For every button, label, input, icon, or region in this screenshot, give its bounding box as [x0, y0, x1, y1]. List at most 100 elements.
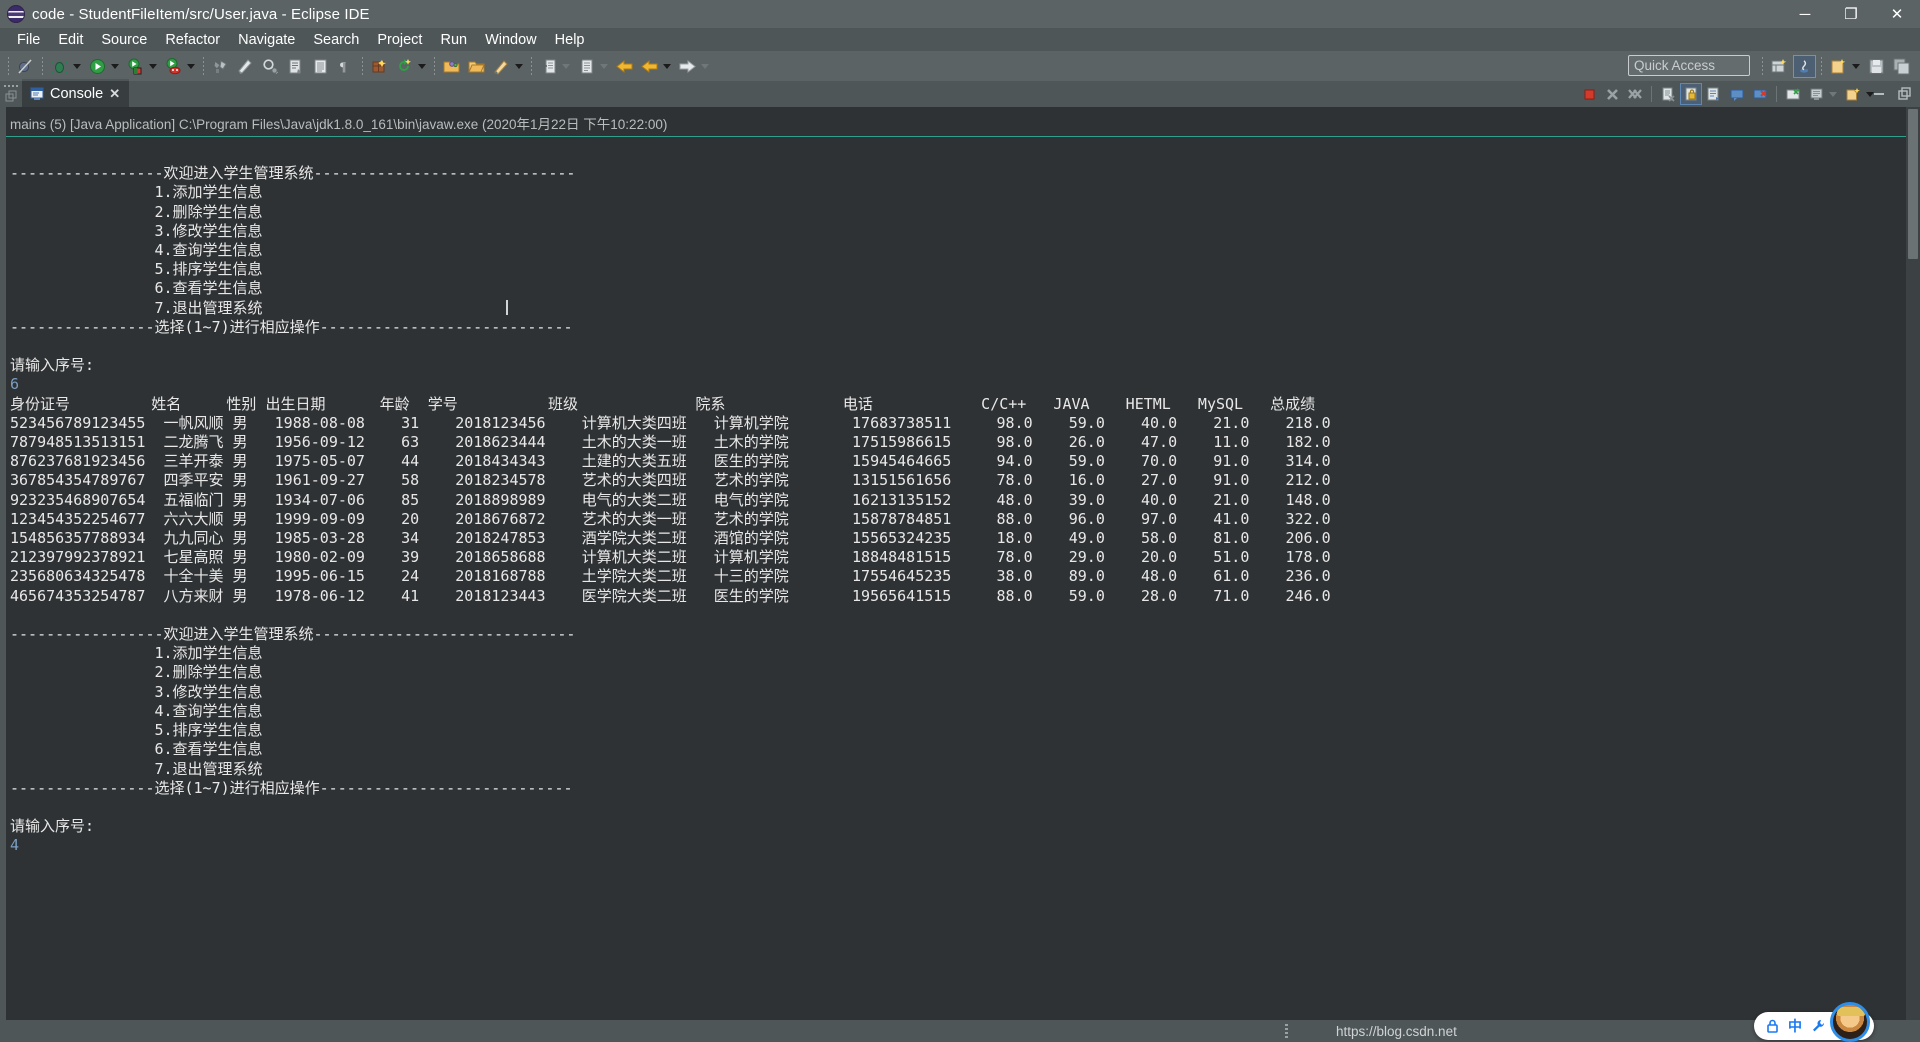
toolbar-separator: [8, 56, 9, 76]
menu-item-source[interactable]: Source: [92, 30, 156, 50]
eclipse-icon: [7, 5, 25, 23]
quick-access-input[interactable]: Quick Access: [1628, 55, 1750, 76]
remove-all-terminated-icon[interactable]: [1624, 83, 1646, 105]
edit-icon[interactable]: [490, 55, 513, 78]
paragraph-mark-icon[interactable]: ¶: [334, 55, 357, 78]
clear-console-icon[interactable]: [1657, 83, 1679, 105]
java-perspective-icon[interactable]: [1793, 54, 1816, 78]
open-resource-icon[interactable]: [465, 55, 488, 78]
window-title: code - StudentFileItem/src/User.java - E…: [32, 5, 370, 23]
minimize-view-button[interactable]: [1868, 83, 1890, 105]
refresh-dropdown-icon[interactable]: [418, 63, 426, 69]
run-icon[interactable]: [86, 55, 109, 78]
previous-annotation-icon[interactable]: [309, 55, 332, 78]
status-bar-separator: [1285, 1024, 1288, 1038]
pin-console-icon[interactable]: [1782, 83, 1804, 105]
console-launch-line: mains (5) [Java Application] C:\Program …: [6, 107, 1920, 137]
next-annotation-icon[interactable]: [284, 55, 307, 78]
ime-indicator[interactable]: 中: [1754, 1002, 1874, 1042]
external-tools-dropdown-icon[interactable]: [187, 63, 195, 69]
console-toolbar-separator: [1651, 86, 1652, 102]
forward-icon[interactable]: [676, 55, 699, 78]
run-last-tool-icon[interactable]: [124, 55, 147, 78]
back-dropdown-icon[interactable]: [663, 63, 671, 69]
menu-item-search[interactable]: Search: [304, 30, 368, 50]
status-bar: https://blog.csdn.net 中: [0, 1002, 1920, 1042]
fast-view-icon: [5, 90, 16, 102]
menu-item-edit[interactable]: Edit: [49, 30, 92, 50]
menu-item-refactor[interactable]: Refactor: [156, 30, 229, 50]
console-toolbar-separator: [1776, 86, 1777, 102]
refresh-icon[interactable]: [393, 55, 416, 78]
new-java-project-icon[interactable]: [209, 55, 232, 78]
svg-text:¶: ¶: [340, 59, 346, 74]
console-toolbar: [1578, 82, 1878, 106]
watermark-url: https://blog.csdn.net: [1336, 1023, 1457, 1039]
main-toolbar: ¶ Quick Access: [0, 51, 1920, 82]
view-drag-handle[interactable]: [0, 81, 22, 107]
toolbar-right-group: [1758, 51, 1914, 81]
user-avatar[interactable]: [1830, 1002, 1870, 1042]
menu-item-run[interactable]: Run: [431, 30, 476, 50]
scrollbar-thumb[interactable]: [1908, 109, 1918, 259]
toolbar-separator: [42, 56, 43, 76]
wrench-icon[interactable]: [1811, 1019, 1825, 1034]
maximize-view-button[interactable]: [1894, 83, 1916, 105]
ime-mode-label[interactable]: 中: [1788, 1016, 1802, 1036]
console-output-area[interactable]: mains (5) [Java Application] C:\Program …: [0, 107, 1920, 1020]
new-wizard-dropdown-icon[interactable]: [1852, 63, 1860, 69]
back-icon[interactable]: [613, 55, 636, 78]
view-window-buttons: [1868, 82, 1916, 106]
open-folder-icon[interactable]: [440, 55, 463, 78]
toolbar-separator: [203, 56, 204, 76]
open-perspective-icon[interactable]: [1768, 55, 1791, 78]
close-icon[interactable]: ✕: [109, 86, 120, 102]
export-icon[interactable]: [537, 55, 560, 78]
menu-item-project[interactable]: Project: [368, 30, 431, 50]
save-icon[interactable]: [1865, 55, 1888, 78]
display-selected-console-dropdown-icon[interactable]: [1829, 91, 1837, 97]
toolbar-separator: [434, 56, 435, 76]
menu-item-window[interactable]: Window: [476, 30, 546, 50]
edit-dropdown-icon[interactable]: [515, 63, 523, 69]
remove-launch-icon[interactable]: [1601, 83, 1623, 105]
back-history-icon[interactable]: [638, 55, 661, 78]
run-last-tool-dropdown-icon[interactable]: [149, 63, 157, 69]
show-console-on-output-icon[interactable]: [1726, 83, 1748, 105]
toggle-breakpoint-icon[interactable]: [14, 55, 37, 78]
export-dropdown-icon[interactable]: [562, 63, 570, 69]
toolbar-separator: [1762, 56, 1763, 76]
terminate-icon[interactable]: [1578, 83, 1600, 105]
menu-item-file[interactable]: File: [8, 30, 49, 50]
word-wrap-icon[interactable]: [1703, 83, 1725, 105]
tab-console-label: Console: [50, 86, 104, 102]
scroll-lock-icon[interactable]: [1680, 83, 1702, 105]
forward-dropdown-icon[interactable]: [701, 63, 709, 69]
open-console-icon[interactable]: [1842, 83, 1864, 105]
view-tab-row: Console ✕: [0, 79, 1920, 107]
toolbar-separator: [1821, 56, 1822, 76]
open-type-icon[interactable]: [234, 55, 257, 78]
debug-dropdown-icon[interactable]: [73, 63, 81, 69]
maximize-button[interactable]: ❐: [1828, 0, 1874, 28]
tab-console[interactable]: Console ✕: [22, 79, 130, 107]
close-button[interactable]: ✕: [1874, 0, 1920, 28]
minimize-button[interactable]: ─: [1782, 0, 1828, 28]
console-vertical-scrollbar[interactable]: [1906, 107, 1920, 1020]
show-console-on-error-icon[interactable]: [1749, 83, 1771, 105]
toolbar-separator: [531, 56, 532, 76]
import-icon[interactable]: [575, 55, 598, 78]
run-dropdown-icon[interactable]: [111, 63, 119, 69]
display-selected-console-icon[interactable]: [1805, 83, 1827, 105]
external-tools-icon[interactable]: [162, 55, 185, 78]
import-dropdown-icon[interactable]: [600, 63, 608, 69]
search-icon[interactable]: [259, 55, 282, 78]
console-text[interactable]: -----------------欢迎进入学生管理系统-------------…: [6, 137, 1920, 856]
menu-item-navigate[interactable]: Navigate: [229, 30, 304, 50]
new-wizard-icon[interactable]: [1827, 55, 1850, 78]
save-all-icon[interactable]: [1890, 55, 1913, 78]
debug-icon[interactable]: [48, 55, 71, 78]
new-package-icon[interactable]: [368, 55, 391, 78]
menu-item-help[interactable]: Help: [546, 30, 594, 50]
console-icon: [30, 87, 44, 100]
